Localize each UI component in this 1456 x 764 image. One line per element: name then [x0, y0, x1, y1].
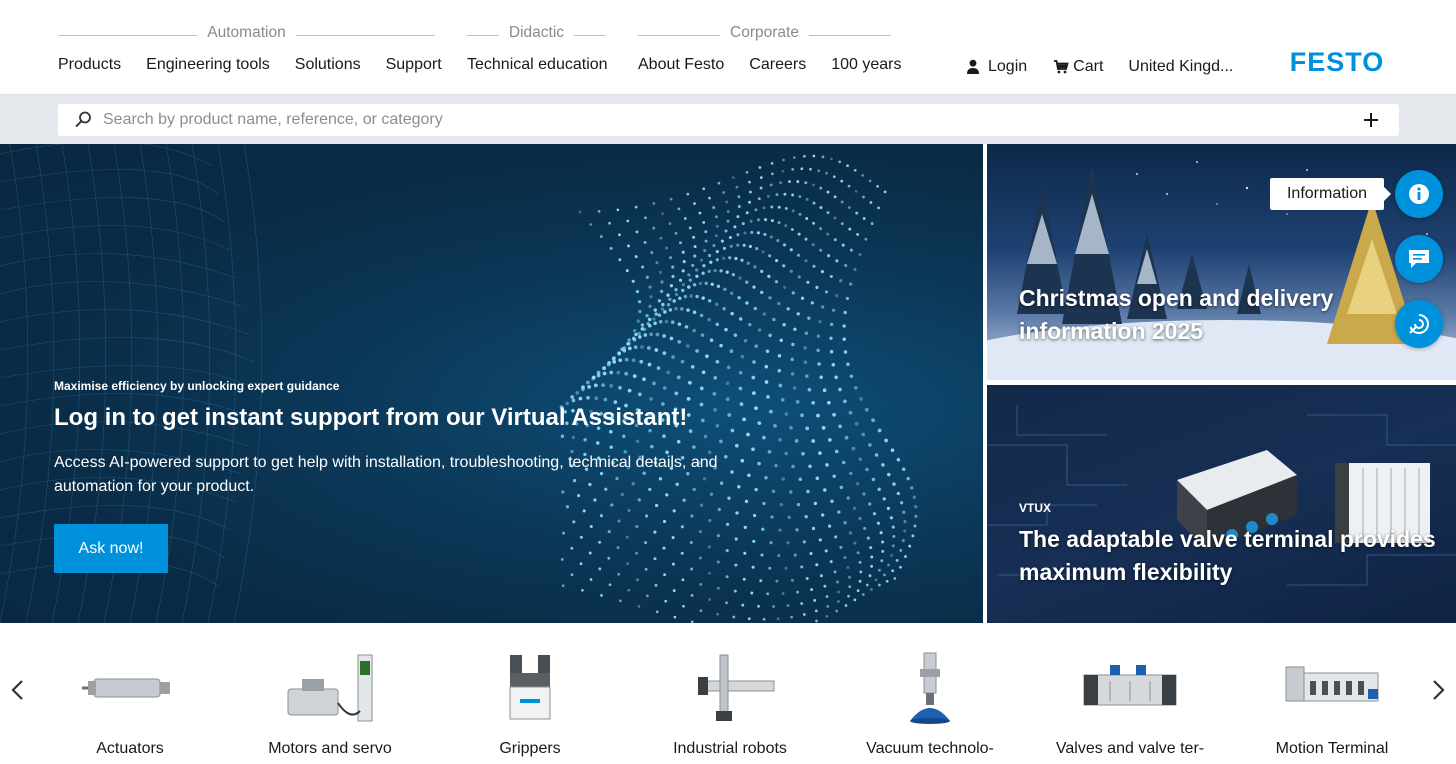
- category-motion-terminal[interactable]: Motion Terminal: [1242, 651, 1422, 764]
- motion-terminal-image: [1285, 666, 1379, 702]
- nav-link-solutions[interactable]: Solutions: [295, 56, 361, 74]
- actuator-image: [82, 678, 170, 698]
- vtux-tile-kicker: VTUX: [1019, 501, 1052, 515]
- search-icon: [75, 111, 91, 128]
- region-selector[interactable]: United Kingd...: [1128, 58, 1233, 76]
- servo-motor-image: [287, 654, 373, 722]
- nav-link-support[interactable]: Support: [386, 56, 442, 74]
- nav-group-title: Didactic: [498, 24, 575, 41]
- login-link[interactable]: Login: [966, 58, 1027, 76]
- category-motors-and-servo[interactable]: Motors and servo: [240, 651, 420, 764]
- search-box: [58, 104, 1399, 136]
- feedback-button[interactable]: [1395, 300, 1443, 348]
- cart-label: Cart: [1073, 58, 1104, 75]
- nav-group-automation: Automation Products Engineering tools So…: [58, 24, 442, 74]
- nav-link-products[interactable]: Products: [58, 56, 121, 74]
- search-bar: [0, 95, 1456, 144]
- nav-link-100-years[interactable]: 100 years: [831, 56, 901, 74]
- category-label: Industrial robots: [673, 740, 787, 757]
- gripper-image: [509, 655, 551, 720]
- nav-group-corporate: Corporate About Festo Careers 100 years: [638, 24, 901, 74]
- chat-icon: [1409, 250, 1429, 268]
- category-label: Valves and valve ter-: [1055, 740, 1205, 757]
- information-button[interactable]: [1395, 170, 1443, 218]
- nav-group-title: Corporate: [720, 24, 809, 41]
- hero-kicker: Maximise efficiency by unlocking expert …: [54, 379, 340, 393]
- chevron-left-icon[interactable]: [10, 679, 24, 701]
- hero-description: Access AI-powered support to get help wi…: [54, 454, 718, 495]
- nav-link-careers[interactable]: Careers: [749, 56, 806, 74]
- category-actuators[interactable]: Actuators: [40, 651, 220, 764]
- category-grippers[interactable]: Grippers: [440, 651, 620, 764]
- nav-group-title: Automation: [197, 24, 296, 41]
- christmas-tile[interactable]: Christmas open and delivery information …: [987, 144, 1456, 380]
- category-vacuum-technology[interactable]: Vacuum technolo-: [840, 651, 1020, 764]
- search-input[interactable]: [103, 108, 1343, 132]
- category-label: Vacuum technolo-: [866, 740, 994, 757]
- login-label: Login: [988, 58, 1028, 75]
- chat-button[interactable]: [1395, 235, 1443, 283]
- site-header: Automation Products Engineering tools So…: [0, 0, 1456, 95]
- nav-group-didactic: Didactic Technical education: [467, 24, 608, 74]
- user-icon: [967, 59, 979, 74]
- category-label: Actuators: [96, 740, 164, 757]
- festo-logo[interactable]: FESTO: [1279, 48, 1395, 76]
- svg-text:FESTO: FESTO: [1290, 48, 1385, 76]
- hero-title: Log in to get instant support from our V…: [54, 404, 688, 431]
- cart-icon: [1054, 60, 1069, 74]
- feedback-icon: [1409, 314, 1429, 334]
- robot-gantry-image: [698, 654, 775, 721]
- ask-now-button[interactable]: Ask now!: [54, 524, 168, 573]
- account-nav: Login Cart United Kingd...: [966, 58, 1233, 76]
- nav-link-technical-education[interactable]: Technical education: [467, 56, 608, 74]
- cart-link[interactable]: Cart: [1053, 58, 1103, 76]
- hero-banner: Maximise efficiency by unlocking expert …: [0, 144, 983, 623]
- vtux-tile[interactable]: VTUX The adaptable valve terminal provid…: [987, 385, 1456, 623]
- christmas-tile-title: Christmas open and delivery information …: [1019, 285, 1334, 344]
- valve-terminal-image: [1083, 665, 1177, 706]
- category-valves-and-valve-terminals[interactable]: Valves and valve ter-: [1040, 651, 1220, 764]
- category-industrial-robots[interactable]: Industrial robots: [640, 651, 820, 764]
- plus-icon[interactable]: [1363, 112, 1379, 128]
- category-label: Motion Terminal: [1275, 740, 1389, 757]
- vacuum-suction-image: [910, 652, 950, 724]
- nav-link-about-festo[interactable]: About Festo: [638, 56, 724, 74]
- product-category-carousel: Actuators Motors and servo Grippers Indu…: [0, 623, 1456, 764]
- nav-link-engineering-tools[interactable]: Engineering tools: [146, 56, 270, 74]
- info-icon: [1409, 184, 1429, 204]
- vtux-tile-title: The adaptable valve terminal provides ma…: [1019, 526, 1436, 585]
- region-label: United Kingd...: [1128, 58, 1234, 75]
- chevron-right-icon[interactable]: [1432, 679, 1446, 701]
- category-label: Motors and servo: [268, 740, 392, 757]
- category-label: Grippers: [499, 740, 561, 757]
- information-tooltip: Information: [1270, 178, 1391, 210]
